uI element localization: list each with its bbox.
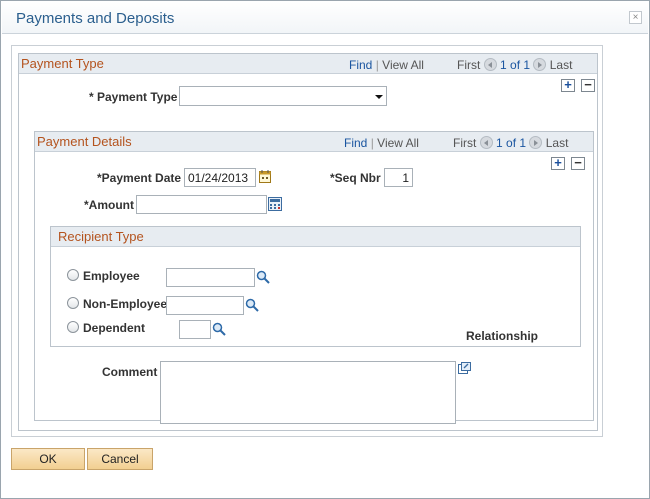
non-employee-radio[interactable] [67, 297, 79, 309]
find-link[interactable]: Find [349, 58, 372, 72]
recipient-type-title: Recipient Type [58, 229, 144, 244]
dependent-label: Dependent [83, 321, 146, 335]
next-icon[interactable] [533, 58, 547, 71]
recipient-type-header: Recipient Type [51, 227, 580, 247]
last-label[interactable]: Last [546, 136, 569, 150]
lookup-icon[interactable] [212, 322, 226, 336]
payment-date-label: *Payment Date [97, 171, 182, 185]
prev-icon[interactable] [479, 136, 493, 149]
delete-row-icon[interactable]: − [571, 156, 585, 170]
lookup-icon[interactable] [245, 298, 259, 312]
payment-details-pager: First 1 of 1 Last [453, 136, 568, 150]
dialog-header: Payments and Deposits × [2, 2, 648, 34]
nav-separator: | [370, 136, 374, 150]
calculator-icon[interactable] [268, 197, 282, 211]
payment-details-grid: Payment Details Find | View All First 1 … [34, 131, 594, 424]
seq-nbr-label: *Seq Nbr [330, 171, 381, 185]
recipient-type-box: Recipient Type Employee Non-Employee Dep… [50, 226, 581, 347]
payment-type-grid-title: Payment Type [21, 56, 104, 71]
payment-type-grid: Payment Type Find | View All First 1 of … [18, 53, 598, 431]
row-count: 1 of 1 [496, 136, 527, 150]
dropdown-caret-icon [375, 95, 383, 99]
comment-textarea[interactable] [160, 361, 456, 424]
employee-radio[interactable] [67, 269, 79, 281]
cancel-button[interactable]: Cancel [87, 448, 153, 470]
last-label[interactable]: Last [550, 58, 573, 72]
first-label[interactable]: First [453, 136, 476, 150]
calendar-icon[interactable] [259, 170, 272, 184]
view-all-link[interactable]: View All [377, 136, 419, 150]
amount-input[interactable] [136, 195, 267, 214]
employee-id-input[interactable] [166, 268, 255, 287]
non-employee-label: Non-Employee [83, 297, 168, 311]
dependent-radio[interactable] [67, 321, 79, 333]
nav-separator: | [375, 58, 379, 72]
main-panel: Payment Type Find | View All First 1 of … [11, 45, 603, 437]
comment-label: Comment [102, 365, 158, 379]
payment-type-select[interactable] [179, 86, 387, 106]
row-count: 1 of 1 [500, 58, 531, 72]
payment-type-label: * Payment Type [89, 90, 178, 104]
ok-button[interactable]: OK [11, 448, 85, 470]
payment-details-grid-title: Payment Details [37, 134, 132, 149]
employee-label: Employee [83, 269, 140, 283]
add-row-icon[interactable]: + [561, 78, 575, 92]
payment-details-grid-header: Payment Details Find | View All First 1 … [35, 132, 593, 152]
lookup-icon[interactable] [256, 270, 270, 284]
expand-icon[interactable] [458, 362, 471, 374]
close-icon[interactable]: × [629, 11, 642, 24]
dependent-id-input[interactable] [179, 320, 211, 339]
payment-type-nav: Find | View All [349, 58, 424, 72]
first-label[interactable]: First [457, 58, 480, 72]
add-row-icon[interactable]: + [551, 156, 565, 170]
dialog-title: Payments and Deposits [16, 10, 175, 27]
amount-label: *Amount [84, 198, 134, 212]
seq-nbr-input[interactable] [384, 168, 413, 187]
payment-type-pager: First 1 of 1 Last [457, 58, 572, 72]
payments-dialog: Payments and Deposits × Payment Type Fin… [0, 0, 650, 499]
non-employee-id-input[interactable] [166, 296, 244, 315]
prev-icon[interactable] [483, 58, 497, 71]
payment-type-grid-header: Payment Type Find | View All First 1 of … [19, 54, 597, 74]
relationship-label: Relationship [466, 329, 539, 343]
next-icon[interactable] [529, 136, 543, 149]
find-link[interactable]: Find [344, 136, 367, 150]
payment-date-input[interactable] [184, 168, 256, 187]
view-all-link[interactable]: View All [382, 58, 424, 72]
payment-details-nav: Find | View All [344, 136, 419, 150]
delete-row-icon[interactable]: − [581, 78, 595, 92]
